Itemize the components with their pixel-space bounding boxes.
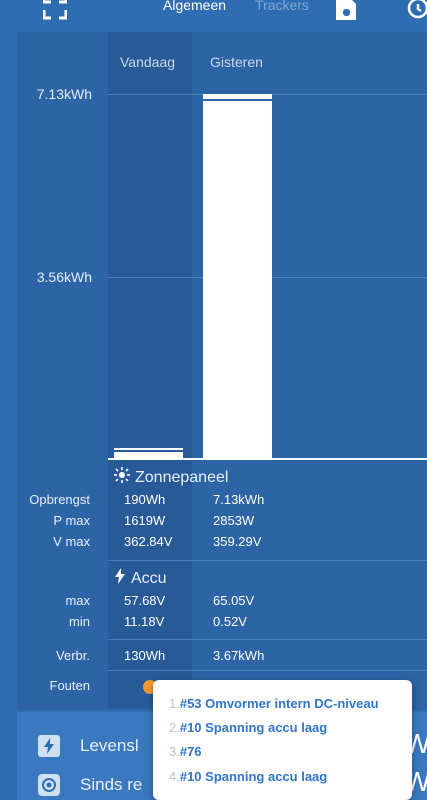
y-tick-mid: 3.56kWh (36, 269, 92, 285)
value-pmax-yesterday: 2853W (213, 513, 255, 528)
history-icon[interactable] (405, 0, 427, 22)
row-label-vmax: V max (53, 534, 90, 549)
row-label-fouten: Fouten (49, 678, 90, 693)
value-opbrengst-today: 190Wh (124, 492, 166, 507)
column-header-today: Vandaag (120, 54, 176, 70)
divider (108, 560, 427, 561)
lifetime-row[interactable]: Levensl (38, 735, 139, 757)
bar-yesterday-stripe (203, 99, 272, 101)
fullscreen-icon[interactable] (42, 0, 68, 22)
value-vmax-today: 362.84V (124, 534, 173, 549)
error-popup: 1.#53 Omvormer intern DC-niveau 2.#10 Sp… (153, 680, 412, 800)
value-verbr-yesterday: 3.67kWh (213, 648, 265, 663)
section-battery: Accu (114, 568, 167, 589)
section-battery-title: Accu (131, 569, 167, 587)
error-item[interactable]: 1.#53 Omvormer intern DC-niveau (169, 696, 379, 711)
since-reset-row[interactable]: Sinds re (38, 774, 142, 796)
lightning-icon (38, 735, 60, 757)
today-column-band (108, 32, 192, 460)
y-tick-max: 7.13kWh (36, 86, 92, 102)
value-battery-max-today: 57.68V (124, 593, 166, 608)
value-opbrengst-yesterday: 7.13kWh (213, 492, 265, 507)
value-vmax-yesterday: 359.29V (213, 534, 262, 549)
row-label-max: max (65, 593, 90, 608)
error-item[interactable]: 4.#10 Spanning accu laag (169, 769, 327, 784)
save-icon[interactable] (333, 0, 359, 22)
row-label-opbrengst: Opbrengst (29, 492, 90, 507)
error-item[interactable]: 3.#76 (169, 744, 202, 759)
error-item[interactable]: 2.#10 Spanning accu laag (169, 720, 327, 735)
bar-yesterday (203, 94, 272, 458)
section-solar-title: Zonnepaneel (135, 468, 229, 486)
value-verbr-today: 130Wh (124, 648, 166, 663)
target-icon (38, 774, 60, 796)
divider (108, 639, 427, 640)
lightning-icon (114, 568, 126, 589)
divider (108, 670, 427, 671)
value-battery-min-yesterday: 0.52V (213, 614, 247, 629)
value-battery-min-today: 11.18V (124, 614, 165, 629)
row-label-verbr: Verbr. (56, 648, 90, 663)
row-label-min: min (69, 614, 90, 629)
tab-trackers[interactable]: Trackers (255, 0, 309, 13)
since-reset-label: Sinds re (80, 775, 143, 794)
value-battery-max-yesterday: 65.05V (213, 593, 255, 608)
section-solar: Zonnepaneel (114, 467, 228, 488)
sun-icon (114, 467, 130, 488)
row-label-pmax: P max (53, 513, 90, 528)
bar-today-stripe (114, 450, 183, 452)
lifetime-label: Levensl (80, 736, 139, 755)
value-pmax-today: 1619W (124, 513, 166, 528)
column-header-yesterday: Gisteren (210, 54, 263, 70)
top-bar: Algemeen Trackers (0, 0, 427, 32)
tab-algemeen[interactable]: Algemeen (163, 0, 226, 13)
